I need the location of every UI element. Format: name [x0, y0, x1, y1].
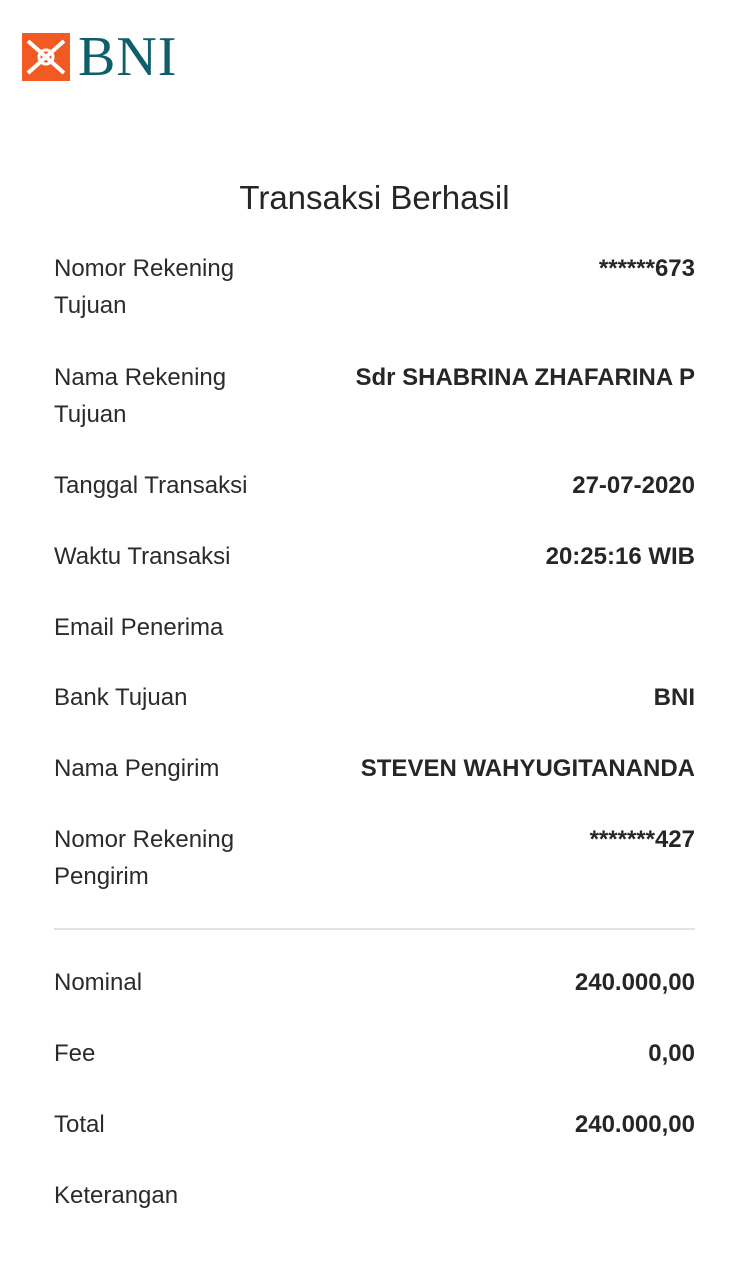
summary-value: 240.000,00	[574, 1111, 695, 1138]
detail-row-nomor-rekening-tujuan: Nomor Rekening Tujuan ******673	[54, 250, 695, 324]
detail-label: Nama Pengirim	[54, 755, 220, 782]
detail-row-nomor-rekening-pengirim: Nomor Rekening Pengirim *******427	[54, 821, 695, 895]
detail-label: Nomor Rekening Pengirim	[54, 826, 235, 890]
detail-label: Waktu Transaksi	[54, 543, 231, 570]
summary-label: Total	[54, 1111, 105, 1138]
bni-logo-text: BNI	[78, 26, 178, 88]
summary-row-fee: Fee 0,00	[54, 1035, 695, 1072]
detail-label: Tanggal Transaksi	[54, 472, 248, 499]
bni-logo: BNI	[22, 26, 178, 88]
summary-label: Keterangan	[54, 1182, 179, 1209]
detail-row-nama-pengirim: Nama Pengirim STEVEN WAHYUGITANANDA	[54, 750, 695, 787]
detail-value: STEVEN WAHYUGITANANDA	[360, 755, 695, 782]
detail-row-nama-rekening-tujuan: Nama Rekening Tujuan Sdr SHABRINA ZHAFAR…	[54, 359, 695, 433]
detail-row-email-penerima: Email Penerima	[54, 609, 695, 646]
detail-row-waktu-transaksi: Waktu Transaksi 20:25:16 WIB	[54, 538, 695, 575]
detail-value: Sdr SHABRINA ZHAFARINA P	[355, 364, 695, 391]
detail-value: BNI	[653, 684, 695, 711]
summary-label: Fee	[54, 1040, 96, 1067]
detail-label: Bank Tujuan	[54, 684, 188, 711]
summary-row-nominal: Nominal 240.000,00	[54, 964, 695, 1001]
summary-label: Nominal	[54, 969, 143, 996]
summary-value: 240.000,00	[574, 969, 695, 996]
detail-label: Nomor Rekening Tujuan	[54, 255, 235, 319]
detail-label: Email Penerima	[54, 614, 224, 641]
detail-row-bank-tujuan: Bank Tujuan BNI	[54, 679, 695, 716]
summary-row-keterangan: Keterangan	[54, 1177, 695, 1214]
bni-logo-icon	[22, 33, 70, 81]
summary-value: 0,00	[648, 1040, 695, 1067]
summary-row-total: Total 240.000,00	[54, 1106, 695, 1143]
detail-value: 27-07-2020	[572, 472, 695, 499]
detail-value: *******427	[589, 826, 695, 853]
page-title: Transaksi Berhasil	[239, 179, 510, 216]
detail-label: Nama Rekening Tujuan	[54, 364, 227, 428]
detail-value: ******673	[598, 255, 695, 282]
section-divider	[54, 928, 695, 930]
detail-row-tanggal-transaksi: Tanggal Transaksi 27-07-2020	[54, 467, 695, 504]
detail-value: 20:25:16 WIB	[545, 543, 695, 570]
